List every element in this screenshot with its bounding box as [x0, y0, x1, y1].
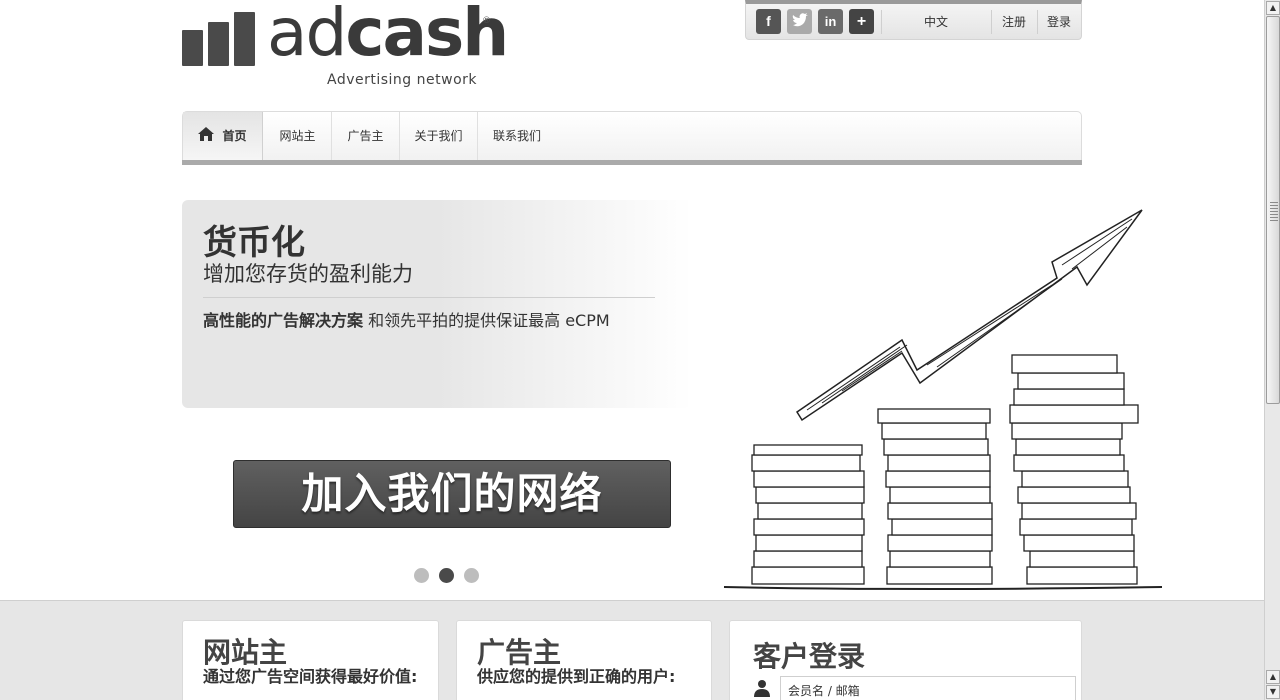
site-logo[interactable]: adcash ® Advertising network: [182, 0, 509, 90]
slide-dot-1[interactable]: [414, 568, 429, 583]
nav-item-about[interactable]: 关于我们: [400, 112, 478, 161]
advertiser-card-subtitle: 供应您的提供到正确的用户:: [477, 667, 676, 686]
login-card-title: 客户登录: [753, 640, 866, 673]
hero-subtitle: 增加您存货的盈利能力: [203, 262, 413, 286]
language-switch[interactable]: 中文: [924, 13, 948, 30]
nav-item-advertisers[interactable]: 广告主: [332, 112, 400, 161]
hero-description: 高性能的广告解决方案 和领先平拍的提供保证最高 eCPM: [203, 311, 610, 330]
logo-tagline: Advertising network: [327, 72, 477, 88]
hero-title: 货币化: [203, 223, 305, 263]
nav-item-publishers[interactable]: 网站主: [264, 112, 332, 161]
client-login-card: 客户登录 会员名 / 邮箱: [729, 620, 1082, 700]
join-network-button[interactable]: 加入我们的网络: [233, 460, 671, 528]
slide-dot-3[interactable]: [464, 568, 479, 583]
nav-item-home[interactable]: 首页: [183, 112, 263, 161]
page-scrollbar[interactable]: ▲ ▲ ▼: [1264, 0, 1280, 700]
logo-registered-mark: ®: [482, 16, 491, 26]
publisher-card-title: 网站主: [203, 636, 288, 669]
home-icon: [198, 113, 215, 161]
coin-stacks-growth-illustration: [723, 209, 1163, 590]
register-link[interactable]: 注册: [1002, 13, 1026, 30]
username-email-input[interactable]: 会员名 / 邮箱: [780, 676, 1076, 700]
nav-item-contact[interactable]: 联系我们: [478, 112, 556, 161]
logo-wordmark: adcash: [267, 0, 509, 71]
scroll-up-small-button[interactable]: ▲: [1266, 670, 1280, 684]
publisher-card-subtitle: 通过您广告空间获得最好价值:: [203, 667, 418, 686]
twitter-icon[interactable]: [787, 9, 812, 34]
hero-panel: 货币化 增加您存货的盈利能力 高性能的广告解决方案 和领先平拍的提供保证最高 e…: [182, 200, 692, 408]
nav-underline: [182, 160, 1082, 165]
advertiser-card[interactable]: 广告主 供应您的提供到正确的用户:: [456, 620, 712, 700]
publisher-card[interactable]: 网站主 通过您广告空间获得最好价值:: [182, 620, 439, 700]
advertiser-card-title: 广告主: [477, 636, 562, 669]
facebook-icon[interactable]: f: [756, 9, 781, 34]
main-navigation: 首页 网站主 广告主 关于我们 联系我们: [182, 111, 1082, 165]
top-utility-bar: f in + 中文 注册 登录: [745, 0, 1082, 40]
login-link[interactable]: 登录: [1047, 13, 1071, 30]
scroll-up-button[interactable]: ▲: [1266, 1, 1280, 15]
scroll-thumb[interactable]: [1266, 16, 1280, 404]
slide-dot-2[interactable]: [439, 568, 454, 583]
coin-stack-left: [751, 444, 865, 585]
nav-item-home-label: 首页: [222, 129, 247, 143]
coin-stack-middle: [877, 408, 993, 585]
hero-divider: [203, 297, 655, 298]
linkedin-icon[interactable]: in: [818, 9, 843, 34]
more-share-icon[interactable]: +: [849, 9, 874, 34]
scroll-down-button[interactable]: ▼: [1266, 685, 1280, 699]
user-icon: [754, 679, 770, 700]
coin-stack-right: [1009, 354, 1139, 585]
